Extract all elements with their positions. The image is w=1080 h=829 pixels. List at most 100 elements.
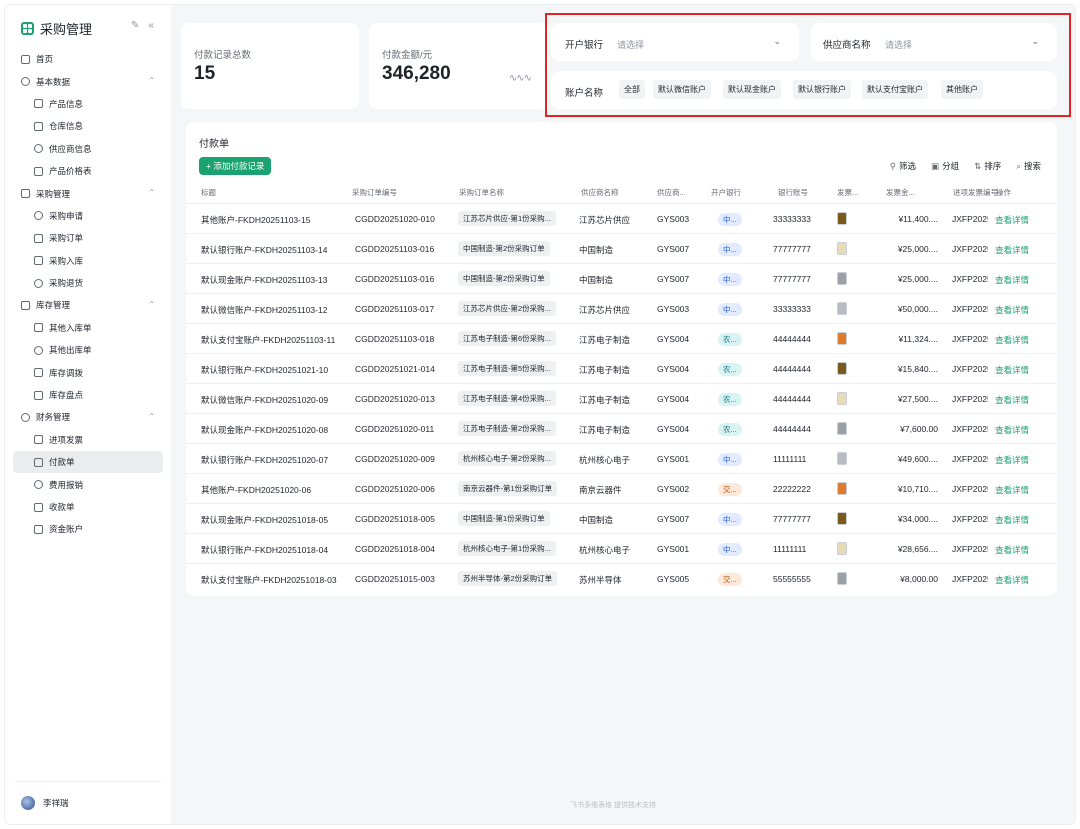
collapse-sidebar-icon[interactable]: « [148,20,154,31]
invoice-image-icon[interactable] [837,422,847,435]
column-header[interactable]: 进项发票编号 [953,187,998,198]
view-details-link[interactable]: 查看详情 [995,364,1029,376]
column-header[interactable]: 标题 [201,187,216,198]
sidebar-item[interactable]: 财务管理 ⌃ [13,406,163,428]
sidebar-item[interactable]: 付款单 [13,451,163,474]
sidebar-item[interactable]: 采购订单 [13,227,163,249]
sidebar-item[interactable]: 产品信息 [13,93,163,115]
table-row[interactable]: 默认现金账户-FKDH20251020-08 CGDD20251020-011 江苏… [186,413,1057,443]
sidebar-item-label: 采购退货 [49,278,84,289]
table-row[interactable]: 默认微信账户-FKDH20251020-09 CGDD20251020-013 江苏… [186,383,1057,413]
view-details-link[interactable]: 查看详情 [995,244,1029,256]
invoice-image-icon[interactable] [837,272,847,285]
invoice-image-icon[interactable] [837,242,847,255]
column-header[interactable]: 开户银行 [711,187,741,198]
sidebar-item[interactable]: 其他入库单 [13,317,163,339]
table-row[interactable]: 默认现金账户-FKDH20251018-05 CGDD20251018-005 中国… [186,503,1057,533]
group-button[interactable]: ▣ 分组 [931,160,959,172]
add-payment-button[interactable]: + 添加付款记录 [199,157,272,175]
sidebar-item[interactable]: 其他出库单 [13,339,163,361]
sidebar-item[interactable]: 采购入库 [13,250,163,272]
invoice-image-icon[interactable] [837,362,847,375]
sidebar-item[interactable]: 基本数据 ⌃ [13,70,163,92]
sidebar-item[interactable]: 库存盘点 [13,384,163,406]
edit-icon[interactable]: ✎ [131,20,139,31]
sidebar-item[interactable]: 库存管理 ⌃ [13,294,163,316]
supplier-code: GYS003 [657,304,690,314]
column-header[interactable]: 发票金... [886,187,915,198]
view-details-link[interactable]: 查看详情 [995,424,1029,436]
bank-badge: 中... [718,213,742,226]
sidebar-item[interactable]: 产品价格表 [13,160,163,182]
invoice-image-icon[interactable] [837,392,847,405]
chevron-up-icon[interactable]: ⌃ [148,300,155,309]
supplier-code: GYS001 [657,544,690,554]
chevron-up-icon[interactable]: ⌃ [148,76,155,85]
invoice-image-icon[interactable] [837,452,847,465]
filter-label: 筛选 [899,161,917,171]
invoice-image-icon[interactable] [837,512,847,525]
stat-count-value: 15 [194,63,216,84]
table-row[interactable]: 默认微信账户-FKDH20251103-12 CGDD20251103-017 江苏… [186,293,1057,323]
view-details-link[interactable]: 查看详情 [995,484,1029,496]
app-title: 采购管理 [40,22,93,37]
view-details-link[interactable]: 查看详情 [995,214,1029,226]
supplier-code: GYS004 [657,394,690,404]
view-details-link[interactable]: 查看详情 [995,394,1029,406]
order-name-tag: 杭州核心电子-第2份采购... [458,451,556,466]
barcode-icon [34,435,43,445]
sidebar-item[interactable]: 供应商信息 [13,138,163,160]
column-header[interactable]: 采购订单名称 [459,187,504,198]
table-row[interactable]: 默认支付宝账户-FKDH20251018-03 CGDD20251015-003 苏… [186,563,1057,593]
table-row[interactable]: 默认银行账户-FKDH20251021-10 CGDD20251021-014 江苏… [186,353,1057,383]
table-row[interactable]: 默认银行账户-FKDH20251018-04 CGDD20251018-004 杭州… [186,533,1057,563]
sidebar-item[interactable]: 资金账户 [13,518,163,540]
sidebar-item[interactable]: 采购申请 [13,205,163,227]
user-profile[interactable]: 李祥瑞 [21,796,69,810]
search-button[interactable]: ⌕ 搜索 [1016,160,1041,172]
table-row[interactable]: 其他账户-FKDH20251020-06 CGDD20251020-006 南京云器… [186,473,1057,503]
column-header[interactable]: 供应商名称 [581,187,619,198]
invoice-image-icon[interactable] [837,212,847,225]
filter-button[interactable]: ⚲ 筛选 [890,160,916,172]
view-details-link[interactable]: 查看详情 [995,274,1029,286]
order-name-tag: 江苏芯片供应-第2份采购... [458,301,556,316]
chevron-up-icon[interactable]: ⌃ [148,412,155,421]
invoice-image-icon[interactable] [837,302,847,315]
invoice-image-icon[interactable] [837,332,847,345]
view-details-link[interactable]: 查看详情 [995,544,1029,556]
view-details-link[interactable]: 查看详情 [995,334,1029,346]
view-details-link[interactable]: 查看详情 [995,304,1029,316]
chevron-up-icon[interactable]: ⌃ [148,188,155,197]
column-header[interactable]: 发票... [837,187,858,198]
invoice-image-icon[interactable] [837,482,847,495]
view-details-link[interactable]: 查看详情 [995,454,1029,466]
supplier-code: GYS001 [657,454,690,464]
table-row[interactable]: 默认银行账户-FKDH20251020-07 CGDD20251020-009 杭州… [186,443,1057,473]
transfer-icon [34,368,43,378]
column-header[interactable]: 供应商... [657,187,686,198]
invoice-image-icon[interactable] [837,572,847,585]
bank-badge: 农... [718,393,742,406]
sort-button[interactable]: ⇅ 排序 [974,160,1001,172]
table-row[interactable]: 其他账户-FKDH20251103-15 CGDD20251020-010 江苏芯片… [186,203,1057,233]
sidebar-item[interactable]: 首页 [13,48,163,70]
table-row[interactable]: 默认现金账户-FKDH20251103-13 CGDD20251103-016 中国… [186,263,1057,293]
table-row[interactable]: 默认支付宝账户-FKDH20251103-11 CGDD20251103-018 江… [186,323,1057,353]
column-header[interactable]: 采购订单编号 [352,187,397,198]
stat-amount-value: 346,280 [382,63,451,84]
sidebar-item[interactable]: 采购退货 [13,272,163,294]
column-header[interactable]: 银行账号 [778,187,808,198]
sidebar-item[interactable]: 库存调拨 [13,361,163,383]
invoice-image-icon[interactable] [837,542,847,555]
column-header[interactable]: 操作 [996,187,1011,198]
view-details-link[interactable]: 查看详情 [995,514,1029,526]
view-details-link[interactable]: 查看详情 [995,574,1029,586]
table-row[interactable]: 默认银行账户-FKDH20251103-14 CGDD20251103-016 中国… [186,233,1057,263]
sidebar-item[interactable]: 仓库信息 [13,115,163,137]
sidebar-item[interactable]: 采购管理 ⌃ [13,182,163,204]
bank-account: 55555555 [773,574,811,584]
sidebar-item[interactable]: 收款单 [13,496,163,518]
sidebar-item[interactable]: 费用报销 [13,473,163,495]
sidebar-item[interactable]: 进项发票 [13,429,163,451]
